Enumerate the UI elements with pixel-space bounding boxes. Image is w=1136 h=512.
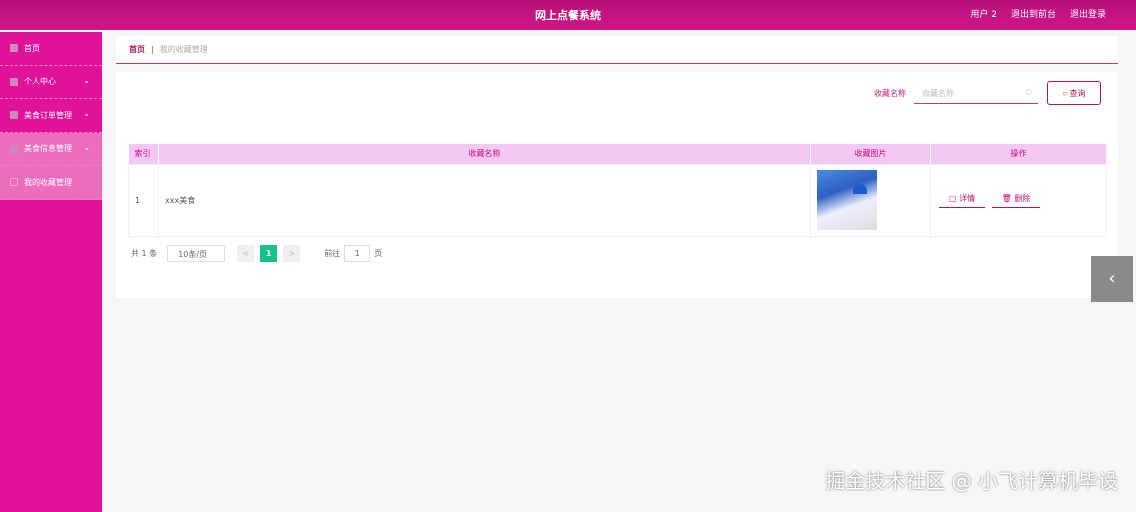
row-image-cell: [810, 163, 931, 237]
search-bar: 收藏名称 收藏名称 ○ ○ 查询: [874, 81, 1101, 105]
search-button[interactable]: ○ 查询: [1047, 81, 1101, 105]
home-icon: [10, 44, 18, 53]
breadcrumb-separator: |: [151, 45, 154, 54]
user-icon: [10, 77, 18, 86]
sidebar-item-label: 首页: [24, 43, 40, 53]
total-count: 共 1 条: [131, 249, 158, 258]
search-icon: ○: [1025, 87, 1032, 96]
col-name: 收藏名称: [158, 144, 811, 164]
chevron-down-icon: ⌄: [83, 142, 90, 152]
col-index: 索引: [128, 144, 159, 164]
chevron-left-icon[interactable]: ‹: [1091, 256, 1133, 302]
favorites-table: 索引 收藏名称 收藏图片 操作 1 xxx美食 ▢ 详情 🗑 删除: [128, 144, 1107, 237]
pagination: 共 1 条 10条/页 < 1 > 前往 1 页: [131, 245, 382, 262]
search-button-label: 查询: [1069, 88, 1086, 98]
sidebar-item-label: 个人中心: [24, 77, 56, 87]
header: 网上点餐系统 用户 2 退出到前台 退出登录: [0, 0, 1136, 30]
delete-label: 删除: [1014, 193, 1031, 203]
favorite-icon: [10, 178, 18, 187]
page-1-button[interactable]: 1: [260, 245, 278, 262]
food-icon: [10, 144, 18, 153]
row-actions: ▢ 详情 🗑 删除: [930, 163, 1107, 237]
col-image: 收藏图片: [810, 144, 931, 164]
page-unit-label: 页: [374, 249, 383, 258]
breadcrumb-current: 我的收藏管理: [159, 45, 208, 54]
row-name: xxx美食: [158, 163, 811, 237]
logout-link[interactable]: 退出登录: [1070, 7, 1106, 20]
goto-page-input[interactable]: 1: [344, 245, 371, 262]
prev-page-button[interactable]: <: [237, 245, 255, 262]
search-placeholder: 收藏名称: [922, 89, 954, 98]
col-actions: 操作: [930, 144, 1107, 164]
sidebar-item-home[interactable]: 首页: [0, 32, 102, 66]
app-title: 网上点餐系统: [535, 9, 601, 22]
sidebar-item-label: 美食信息管理: [24, 144, 72, 154]
sidebar-item-label: 我的收藏管理: [24, 177, 72, 187]
delete-button[interactable]: 🗑 删除: [991, 193, 1041, 208]
list-panel: 收藏名称 收藏名称 ○ ○ 查询 索引 收藏名称 收藏图片 操作 1 xxx美食 …: [116, 72, 1118, 298]
sidebar: 首页 个人中心 ⌄ 美食订单管理 ⌄ 美食信息管理 ⌄ 我的收藏管理: [0, 30, 102, 512]
watermark: 掘金技术社区 @ 小飞计算机毕设: [825, 469, 1118, 493]
breadcrumb: 首页 | 我的收藏管理: [116, 36, 1118, 64]
search-input[interactable]: 收藏名称 ○: [914, 82, 1038, 104]
next-page-button[interactable]: >: [283, 245, 301, 262]
search-icon: ○: [1062, 88, 1070, 98]
main-content: 首页 | 我的收藏管理 收藏名称 收藏名称 ○ ○ 查询 索引 收藏名称 收藏图片…: [116, 36, 1118, 298]
food-image: [817, 170, 877, 230]
to-front-link[interactable]: 退出到前台: [1011, 7, 1056, 20]
table-header: 索引 收藏名称 收藏图片 操作: [128, 144, 1107, 164]
chevron-down-icon: ⌄: [83, 75, 90, 85]
sidebar-item-personal[interactable]: 个人中心 ⌄: [0, 66, 102, 99]
detail-label: 详情: [959, 193, 976, 203]
sidebar-item-label: 美食订单管理: [24, 110, 72, 120]
sidebar-item-favorites[interactable]: 我的收藏管理: [0, 166, 102, 200]
sidebar-item-orders[interactable]: 美食订单管理 ⌄: [0, 99, 102, 133]
search-label: 收藏名称: [874, 88, 906, 98]
detail-button[interactable]: ▢ 详情: [939, 193, 986, 208]
page-size-select[interactable]: 10条/页: [167, 245, 226, 262]
row-index: 1: [128, 163, 159, 237]
breadcrumb-home[interactable]: 首页: [129, 44, 145, 55]
chevron-down-icon: ⌄: [83, 109, 90, 118]
user-name[interactable]: 用户 2: [970, 7, 997, 20]
sidebar-item-food[interactable]: 美食信息管理 ⌄: [0, 132, 102, 166]
order-icon: [10, 111, 18, 120]
goto-label: 前往: [324, 249, 341, 258]
table-row: 1 xxx美食 ▢ 详情 🗑 删除: [128, 163, 1107, 237]
